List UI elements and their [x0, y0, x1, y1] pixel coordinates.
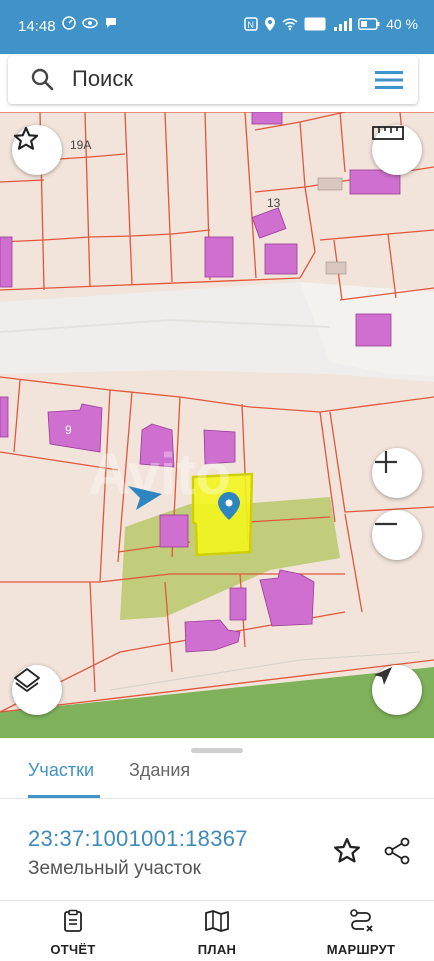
- ruler-icon: [372, 126, 404, 140]
- battery-icon: [358, 18, 380, 30]
- route-icon: [350, 909, 373, 932]
- report-icon: [64, 909, 82, 932]
- avito-watermark: Avito: [88, 442, 231, 507]
- parcel-number[interactable]: 23:37:1001001:18367: [28, 826, 248, 852]
- nfc-icon: N: [244, 17, 258, 31]
- search-icon: [31, 68, 54, 91]
- nav-plan[interactable]: ПЛАН: [157, 909, 277, 957]
- plus-icon: [375, 451, 397, 473]
- bottom-navigation: ОТЧЁТ ПЛАН МАРШРУТ: [0, 900, 434, 961]
- status-bar: 14:48 N 40 %: [0, 0, 434, 54]
- search-bar[interactable]: Поиск: [8, 56, 418, 104]
- nav-report-label: ОТЧЁТ: [50, 942, 96, 957]
- favorite-map-button[interactable]: [12, 125, 62, 175]
- speedometer-icon: [62, 16, 76, 30]
- zoom-out-button[interactable]: [372, 510, 422, 560]
- signal-4g-icon: [334, 18, 353, 31]
- nav-route[interactable]: МАРШРУТ: [301, 909, 421, 957]
- vowifi-icon: [304, 17, 326, 31]
- star-icon: [13, 126, 39, 150]
- my-location-button[interactable]: [372, 665, 422, 715]
- map-view[interactable]: 19А 13 9 Avito: [0, 112, 434, 738]
- house-label-13: 13: [267, 196, 281, 210]
- navigation-arrow-icon: [374, 667, 392, 685]
- layers-icon: [14, 668, 40, 692]
- eye-icon: [82, 17, 98, 29]
- map-icon: [205, 910, 229, 932]
- battery-percent: 40 %: [386, 16, 418, 32]
- nav-route-label: МАРШРУТ: [326, 942, 396, 957]
- parcel-type: Земельный участок: [28, 858, 201, 879]
- share-icon[interactable]: [382, 836, 412, 866]
- layers-button[interactable]: [12, 665, 62, 715]
- location-icon: [265, 17, 276, 31]
- bottom-sheet: Участки Здания 23:37:1001001:18367 Земел…: [0, 738, 434, 900]
- status-time: 14:48: [18, 18, 56, 35]
- nav-plan-label: ПЛАН: [197, 942, 237, 957]
- cadastral-map[interactable]: 19А 13 9 Avito: [0, 112, 434, 738]
- zoom-in-button[interactable]: [372, 448, 422, 498]
- house-label-19a: 19А: [70, 138, 91, 152]
- favorite-star-icon[interactable]: [332, 836, 362, 866]
- wifi-icon: [282, 18, 298, 31]
- status-right: N 40 %: [244, 16, 418, 32]
- search-input[interactable]: Поиск: [72, 66, 133, 92]
- status-left-icons: [62, 16, 118, 30]
- tabs-divider: [0, 798, 434, 799]
- menu-icon[interactable]: [374, 68, 404, 92]
- nav-report[interactable]: ОТЧЁТ: [13, 909, 133, 957]
- sheet-handle[interactable]: [191, 748, 243, 753]
- tab-buildings[interactable]: Здания: [129, 760, 190, 781]
- svg-text:N: N: [248, 20, 255, 30]
- minus-icon: [375, 522, 397, 526]
- ruler-button[interactable]: [372, 125, 422, 175]
- house-label-9: 9: [65, 423, 72, 437]
- chat-icon: [106, 18, 116, 28]
- tab-parcels[interactable]: Участки: [28, 760, 94, 781]
